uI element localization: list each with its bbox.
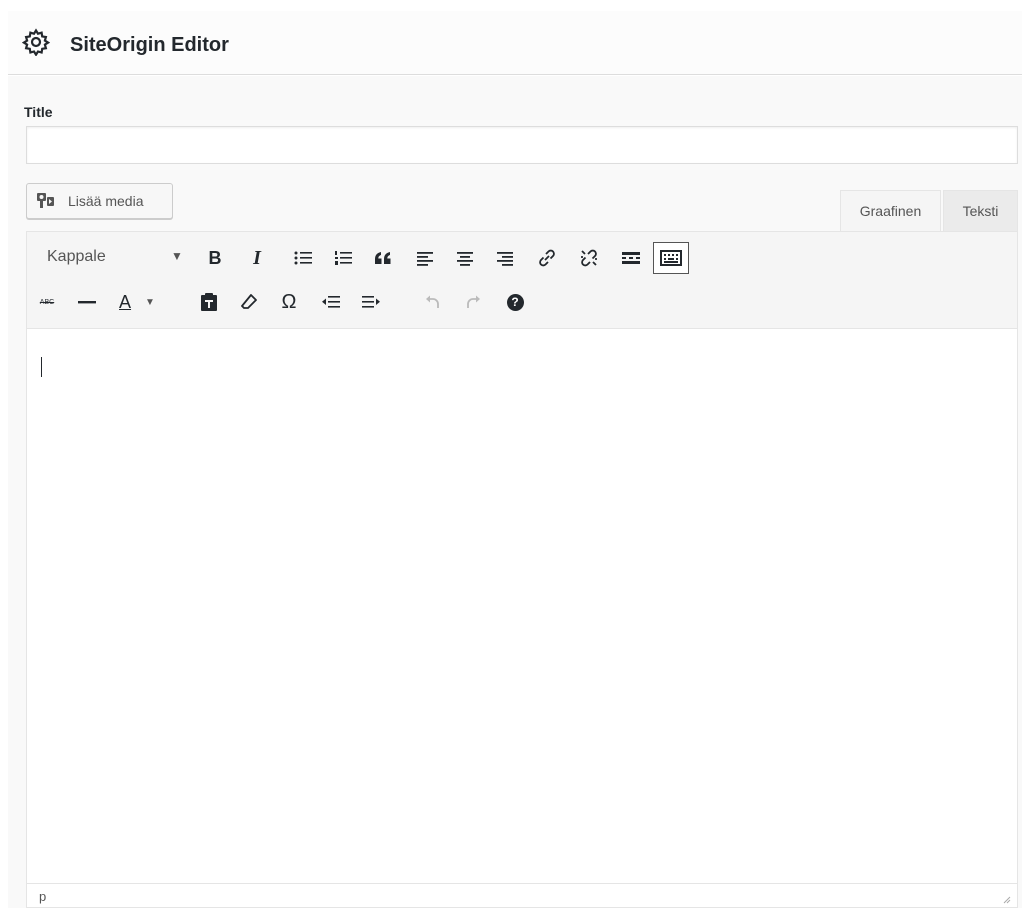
tab-text[interactable]: Teksti (943, 190, 1018, 232)
align-center-button[interactable] (451, 244, 479, 272)
align-left-icon (417, 252, 433, 266)
italic-button[interactable]: I (243, 244, 271, 272)
strikethrough-icon: ABC (39, 298, 55, 306)
strikethrough-button[interactable]: ABC (33, 288, 61, 316)
remove-link-button[interactable] (575, 244, 603, 272)
gear-icon (22, 28, 50, 56)
italic-icon: I (253, 246, 261, 269)
rich-text-editor: Kappale ▼ B I ABC A ▼ Ω ? p (26, 231, 1018, 908)
add-media-button[interactable]: Lisää media (26, 183, 173, 219)
chevron-down-icon: ▼ (145, 296, 155, 308)
title-label: Title (24, 104, 53, 120)
read-more-icon (622, 252, 640, 264)
special-character-button[interactable]: Ω (275, 288, 303, 316)
help-icon: ? (506, 293, 524, 311)
redo-icon (467, 295, 480, 308)
blockquote-icon (375, 252, 391, 264)
editor-statusbar: p (27, 883, 1017, 907)
clear-formatting-button[interactable] (235, 288, 263, 316)
horizontal-line-icon (78, 301, 96, 304)
read-more-button[interactable] (617, 244, 645, 272)
outdent-button[interactable] (317, 288, 345, 316)
redo-button[interactable] (459, 288, 487, 316)
text-color-button[interactable]: A ▼ (113, 288, 161, 316)
bullet-list-button[interactable] (289, 244, 317, 272)
editor-toolbar: Kappale ▼ B I ABC A ▼ Ω ? (27, 232, 1017, 329)
element-path[interactable]: p (39, 890, 46, 904)
editor-content-area[interactable] (27, 329, 1017, 883)
widget-title: SiteOrigin Editor (70, 34, 229, 56)
keyboard-shortcuts-button[interactable]: ? (501, 288, 529, 316)
numbered-list-button[interactable] (329, 244, 357, 272)
outdent-icon (322, 296, 340, 308)
bold-icon: B (208, 247, 222, 268)
keyboard-icon (660, 250, 682, 266)
chevron-down-icon: ▼ (171, 249, 183, 263)
bold-button[interactable]: B (201, 244, 229, 272)
title-input[interactable] (26, 126, 1018, 164)
align-center-icon (457, 252, 473, 266)
tab-visual[interactable]: Graafinen (840, 190, 941, 232)
numbered-list-icon (335, 251, 352, 265)
top-margin (0, 0, 1022, 11)
eraser-icon (241, 294, 257, 309)
add-media-label: Lisää media (68, 193, 144, 209)
text-cursor (41, 357, 42, 377)
toolbar-toggle-button[interactable] (653, 242, 689, 274)
format-select[interactable]: Kappale ▼ (33, 242, 185, 274)
media-icon (37, 193, 54, 208)
link-icon (539, 249, 555, 267)
paste-as-text-button[interactable] (195, 288, 223, 316)
indent-button[interactable] (357, 288, 385, 316)
omega-icon: Ω (281, 290, 297, 313)
undo-icon (426, 295, 439, 308)
widget-header: SiteOrigin Editor (8, 11, 1022, 75)
undo-button[interactable] (419, 288, 447, 316)
align-right-icon (497, 252, 513, 266)
align-right-button[interactable] (491, 244, 519, 272)
clipboard-icon (201, 293, 217, 311)
align-left-button[interactable] (411, 244, 439, 272)
blockquote-button[interactable] (369, 244, 397, 272)
format-select-value: Kappale (47, 248, 106, 265)
resize-handle-icon[interactable] (1001, 894, 1011, 904)
text-color-icon: A (119, 291, 132, 312)
insert-link-button[interactable] (533, 244, 561, 272)
horizontal-line-button[interactable] (73, 288, 101, 316)
bullet-list-icon (294, 251, 312, 265)
unlink-icon (581, 249, 597, 267)
indent-icon (362, 296, 380, 308)
